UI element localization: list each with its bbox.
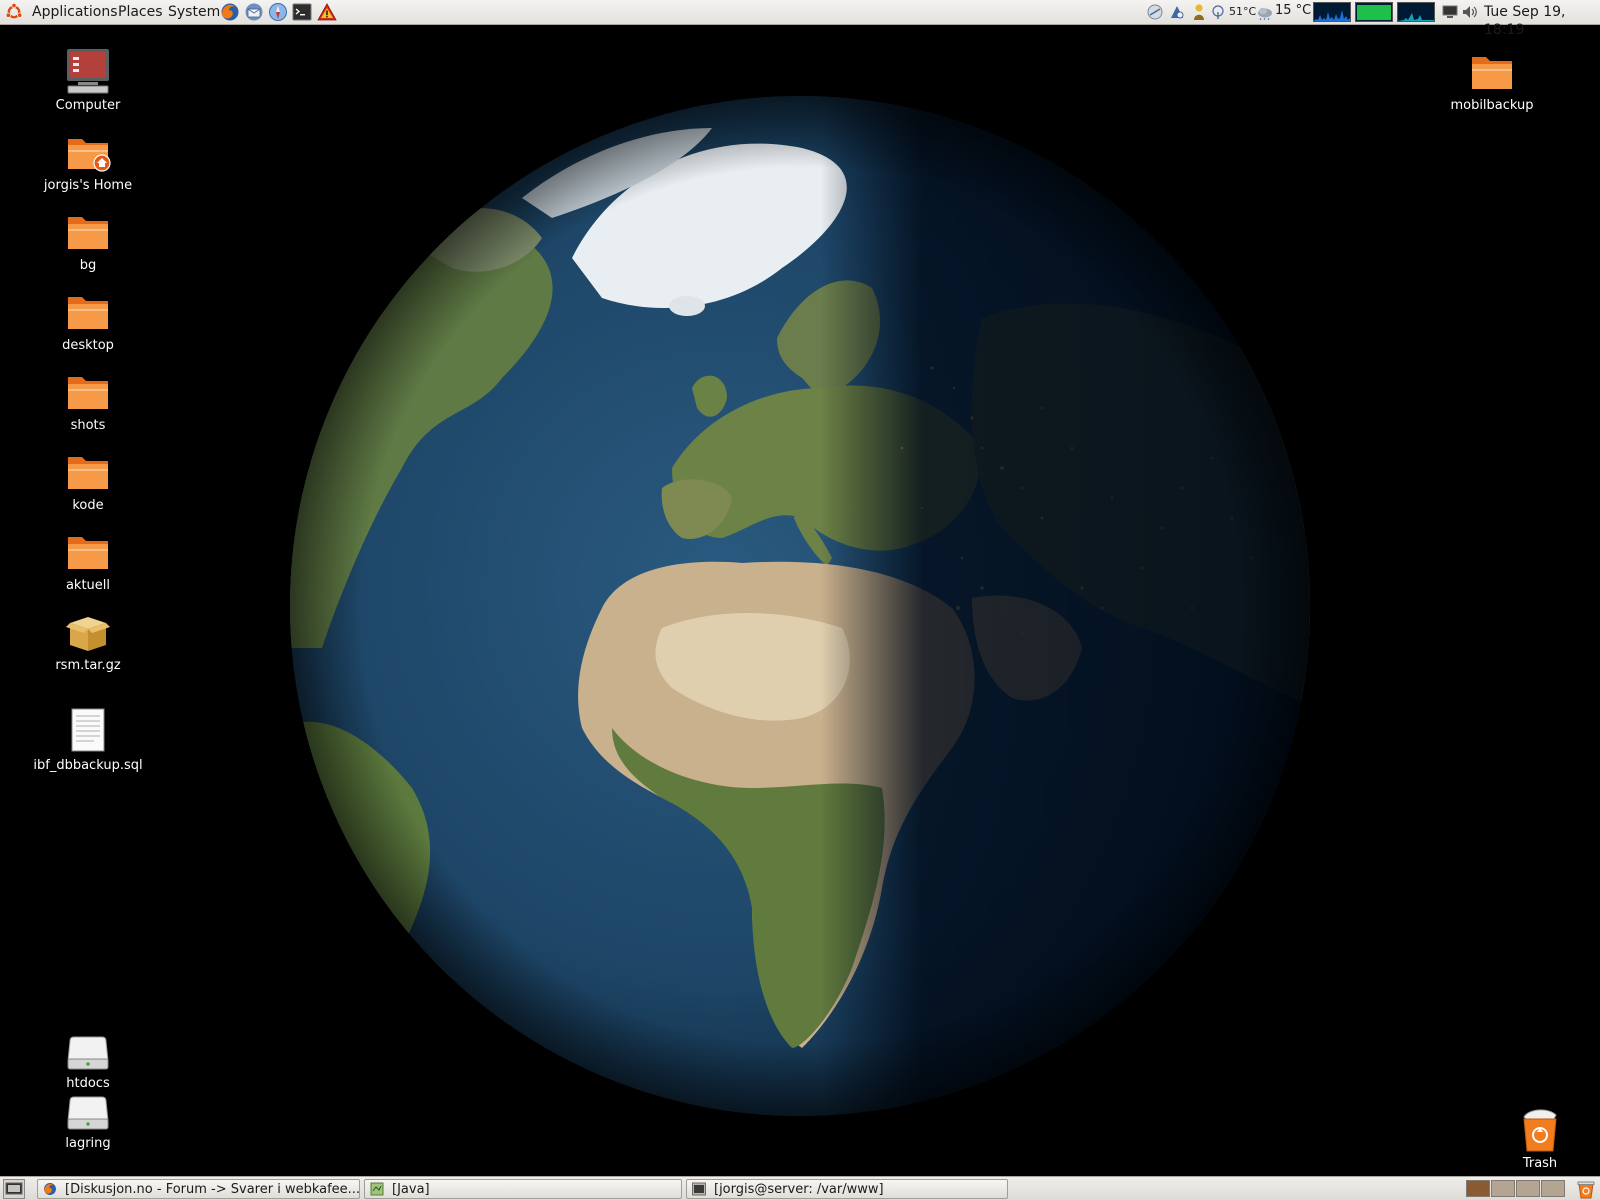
computer-icon [64, 47, 112, 95]
workspace-2[interactable] [1491, 1180, 1515, 1197]
home-folder-icon [64, 127, 112, 175]
warning-icon[interactable] [317, 2, 337, 22]
desktop-icon-htdocs[interactable]: htdocs [18, 1033, 158, 1092]
desktop-icon-label: jorgis's Home [43, 178, 133, 193]
desktop-icon-aktuell[interactable]: aktuell [18, 527, 158, 594]
folder-icon [64, 287, 112, 335]
desktop-icon-label: rsm.tar.gz [55, 658, 121, 673]
desktop-icon-bg[interactable]: bg [18, 207, 158, 274]
desktop-icon-label: aktuell [65, 578, 111, 593]
desktop-icon-label: desktop [62, 338, 114, 353]
top-panel: Applications Places System 51°C 15 °C Tu… [0, 0, 1600, 38]
ubuntu-logo-icon[interactable] [5, 2, 23, 21]
desktop-icon-label: htdocs [66, 1076, 110, 1091]
taskbar-button-firefox[interactable]: [Diskusjon.no - Forum -> Svarer i webkaf… [37, 1179, 360, 1199]
workspace-1[interactable] [1466, 1180, 1490, 1197]
wireless-icon[interactable] [1211, 3, 1225, 21]
clock[interactable]: Tue Sep 19, 18:19 [1484, 3, 1600, 38]
menu-places[interactable]: Places [118, 3, 163, 21]
desktop-icon-mobilbackup[interactable]: mobilbackup [1422, 47, 1562, 114]
desktop-icon-label: shots [70, 418, 106, 433]
folder-icon [64, 207, 112, 255]
desktop-icon-trash[interactable]: Trash [1470, 1107, 1600, 1172]
messenger-icon[interactable] [1190, 3, 1208, 21]
cpu-load-graph[interactable] [1313, 2, 1351, 22]
workspace-3[interactable] [1516, 1180, 1540, 1197]
update-notifier-icon[interactable] [1168, 3, 1186, 21]
desktop-icon-ibf-dbbackup[interactable]: ibf_dbbackup.sql [18, 707, 158, 774]
taskbar-button-label: [Java] [392, 1182, 430, 1197]
memory-graph[interactable] [1355, 2, 1393, 22]
terminal-icon[interactable] [292, 2, 312, 22]
desktop-icon-label: lagring [65, 1136, 111, 1151]
desktop-icon-label: Trash [1522, 1156, 1558, 1171]
drive-icon [64, 1093, 112, 1133]
bottom-panel: [Diskusjon.no - Forum -> Svarer i webkaf… [0, 1176, 1600, 1200]
desktop-icon-label: bg [79, 258, 97, 273]
desktop-icon-label: Computer [55, 98, 121, 113]
weather-temperature: 15 °C [1275, 3, 1312, 18]
terminal-icon [692, 1182, 706, 1196]
show-desktop-button[interactable] [3, 1179, 25, 1199]
desktop-screen: Applications Places System 51°C 15 °C Tu… [0, 0, 1600, 1200]
menu-applications[interactable]: Applications [32, 3, 118, 21]
firefox-icon [43, 1182, 57, 1196]
taskbar-button-terminal[interactable]: [jorgis@server: /var/www] [686, 1179, 1008, 1199]
desktop-icon-label: kode [72, 498, 104, 513]
browser-icon[interactable] [268, 2, 288, 22]
desktop-icon-shots[interactable]: shots [18, 367, 158, 434]
drive-icon [64, 1033, 112, 1073]
workspace-4[interactable] [1541, 1180, 1565, 1197]
display-icon[interactable] [1442, 3, 1458, 21]
menu-system[interactable]: System [168, 3, 220, 21]
cpu-temperature: 51°C [1229, 5, 1257, 18]
desktop-icon-desktop[interactable]: desktop [18, 287, 158, 354]
desktop-icon-kode[interactable]: kode [18, 447, 158, 514]
desktop-icon-lagring[interactable]: lagring [18, 1093, 158, 1152]
text-file-icon [64, 707, 112, 755]
weather-cloud-icon[interactable] [1256, 3, 1274, 21]
network-manager-icon[interactable] [1145, 3, 1165, 21]
desktop-icon-computer[interactable]: Computer [18, 47, 158, 114]
folder-icon [64, 367, 112, 415]
java-icon [370, 1182, 384, 1196]
desktop-icon-rsm-archive[interactable]: rsm.tar.gz [18, 607, 158, 674]
taskbar-button-java[interactable]: [Java] [364, 1179, 682, 1199]
desktop-icon-label: mobilbackup [1450, 98, 1534, 113]
folder-icon [1468, 47, 1516, 95]
trash-icon [1518, 1107, 1562, 1153]
taskbar-button-label: [Diskusjon.no - Forum -> Svarer i webkaf… [65, 1182, 360, 1197]
desktop-icon-home[interactable]: jorgis's Home [18, 127, 158, 194]
taskbar-button-label: [jorgis@server: /var/www] [714, 1182, 884, 1197]
firefox-icon[interactable] [220, 2, 240, 22]
thunderbird-icon[interactable] [244, 2, 264, 22]
folder-icon [64, 447, 112, 495]
folder-icon [64, 527, 112, 575]
wallpaper-earth-globe [282, 88, 1318, 1124]
volume-icon[interactable] [1461, 3, 1479, 21]
archive-icon [64, 607, 112, 655]
trash-applet-icon[interactable] [1576, 1179, 1596, 1199]
desktop-icon-label: ibf_dbbackup.sql [33, 758, 143, 773]
network-graph[interactable] [1397, 2, 1435, 22]
